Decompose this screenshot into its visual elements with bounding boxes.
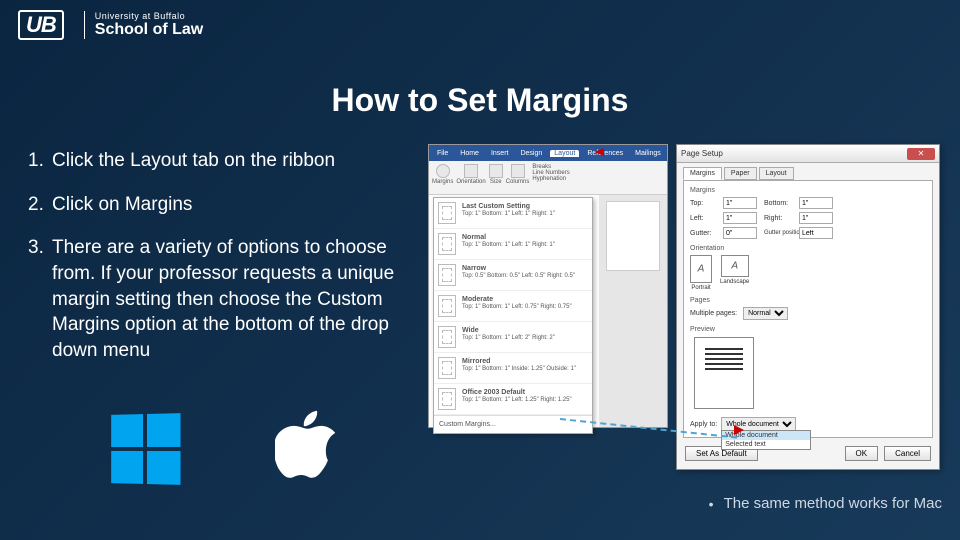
margin-preview-icon	[438, 233, 456, 255]
margin-preview-icon	[438, 202, 456, 224]
dialog-tabs: Margins Paper Layout	[677, 163, 939, 180]
document-area	[599, 195, 667, 427]
step-1: 1.Click the Layout tab on the ribbon	[28, 148, 420, 174]
gutter-pos-label: Gutter position:	[764, 230, 794, 236]
left-input[interactable]	[723, 212, 757, 224]
institution-logo: UB University at Buffalo School of Law	[18, 10, 203, 40]
margins-button[interactable]: Margins	[432, 164, 453, 185]
word-ribbon-screenshot: File Home Insert Design Layout Reference…	[428, 144, 668, 428]
orientation-button[interactable]: Orientation	[456, 164, 485, 185]
apply-to-select[interactable]: Whole document	[721, 417, 796, 431]
orientation-portrait[interactable]: Portrait	[690, 255, 712, 291]
tab-references[interactable]: References	[583, 150, 627, 157]
margin-option-office2003[interactable]: Office 2003 DefaultTop: 1" Bottom: 1" Le…	[434, 384, 592, 415]
tab-layout[interactable]: Layout	[550, 150, 579, 157]
page-setup-dialog: Page Setup ✕ Margins Paper Layout Margin…	[676, 144, 940, 470]
tab-design[interactable]: Design	[516, 150, 546, 157]
step-3: 3.There are a variety of options to choo…	[28, 235, 420, 363]
multiple-pages-select[interactable]: Normal	[743, 307, 788, 320]
logo-text: University at Buffalo School of Law	[95, 11, 203, 39]
logo-mark: UB	[18, 10, 64, 40]
logo-divider	[84, 11, 85, 39]
close-button[interactable]: ✕	[907, 148, 935, 160]
margin-option-mirrored[interactable]: MirroredTop: 1" Bottom: 1" Inside: 1.25"…	[434, 353, 592, 384]
margins-dropdown: Last Custom SettingTop: 1" Bottom: 1" Le…	[433, 197, 593, 434]
columns-icon	[511, 164, 525, 178]
dialog-titlebar: Page Setup ✕	[677, 145, 939, 163]
logo-big: School of Law	[95, 21, 203, 39]
cancel-button[interactable]: Cancel	[884, 446, 931, 461]
size-button[interactable]: Size	[489, 164, 503, 185]
dialog-tab-margins[interactable]: Margins	[683, 167, 722, 180]
orientation-icon	[464, 164, 478, 178]
callout-arrow-head-icon	[734, 425, 744, 435]
margin-option-normal[interactable]: NormalTop: 1" Bottom: 1" Left: 1" Right:…	[434, 229, 592, 260]
tab-insert[interactable]: Insert	[487, 150, 513, 157]
tab-mailings[interactable]: Mailings	[631, 150, 665, 157]
gutter-label: Gutter:	[690, 230, 718, 237]
margin-preview-icon	[438, 326, 456, 348]
orientation-fieldset: Orientation Portrait Landscape	[690, 245, 926, 291]
bottom-input[interactable]	[799, 197, 833, 209]
margin-preview-icon	[438, 295, 456, 317]
left-label: Left:	[690, 215, 718, 222]
landscape-icon	[721, 255, 749, 277]
top-input[interactable]	[723, 197, 757, 209]
custom-margins-option[interactable]: Custom Margins...	[434, 415, 592, 433]
preview-fieldset: Preview	[690, 326, 926, 409]
dialog-tab-layout[interactable]: Layout	[759, 167, 794, 180]
slide-title: How to Set Margins	[0, 82, 960, 119]
preview-label: Preview	[690, 326, 926, 333]
columns-button[interactable]: Columns	[506, 164, 530, 185]
margin-option-narrow[interactable]: NarrowTop: 0.5" Bottom: 0.5" Left: 0.5" …	[434, 260, 592, 291]
apply-to-label: Apply to:	[690, 421, 717, 428]
tab-file[interactable]: File	[433, 150, 452, 157]
instruction-list: 1.Click the Layout tab on the ribbon 2.C…	[28, 148, 420, 381]
margins-icon	[436, 164, 450, 178]
apply-row: Apply to: Whole document Whole document …	[690, 417, 926, 431]
ribbon-tabs: File Home Insert Design Layout Reference…	[429, 145, 667, 161]
breaks-button[interactable]: BreaksLine NumbersHyphenation	[532, 164, 569, 182]
os-icons	[110, 410, 335, 487]
margins-fieldset: Margins Top: Bottom: Left: Right: Gutter…	[690, 187, 926, 239]
callout-arrow-icon	[594, 148, 604, 156]
margin-option-last-custom[interactable]: Last Custom SettingTop: 1" Bottom: 1" Le…	[434, 198, 592, 229]
pages-fieldset: Pages Multiple pages: Normal	[690, 297, 926, 320]
page-preview	[606, 201, 660, 271]
logo-small: University at Buffalo	[95, 11, 203, 21]
multiple-pages-label: Multiple pages:	[690, 310, 737, 317]
margin-preview-icon	[438, 388, 456, 410]
margin-option-wide[interactable]: WideTop: 1" Bottom: 1" Left: 2" Right: 2…	[434, 322, 592, 353]
bottom-label: Bottom:	[764, 200, 794, 207]
tab-home[interactable]: Home	[456, 150, 483, 157]
apple-icon	[275, 410, 335, 487]
gutter-input[interactable]	[723, 227, 757, 239]
orientation-landscape[interactable]: Landscape	[720, 255, 749, 291]
margin-preview-icon	[438, 357, 456, 379]
preview-page-icon	[694, 337, 754, 409]
orientation-label: Orientation	[690, 245, 926, 252]
dialog-tab-paper[interactable]: Paper	[724, 167, 757, 180]
top-label: Top:	[690, 200, 718, 207]
dialog-title: Page Setup	[681, 149, 723, 158]
margins-section-label: Margins	[690, 187, 926, 194]
pages-label: Pages	[690, 297, 926, 304]
apply-option-selected[interactable]: Selected text	[722, 440, 810, 449]
step-2: 2.Click on Margins	[28, 192, 420, 218]
bullet-icon: •	[709, 496, 714, 512]
footer-note-text: The same method works for Mac	[724, 495, 942, 512]
margin-option-moderate[interactable]: ModerateTop: 1" Bottom: 1" Left: 0.75" R…	[434, 291, 592, 322]
footer-note: • The same method works for Mac	[709, 495, 942, 512]
margin-preview-icon	[438, 264, 456, 286]
layout-toolbar: Margins Orientation Size Columns BreaksL…	[429, 161, 667, 195]
right-label: Right:	[764, 215, 794, 222]
right-input[interactable]	[799, 212, 833, 224]
windows-icon	[111, 413, 180, 485]
dialog-body: Margins Top: Bottom: Left: Right: Gutter…	[683, 180, 933, 438]
ok-button[interactable]: OK	[845, 446, 879, 461]
gutter-pos-input[interactable]	[799, 227, 833, 239]
size-icon	[489, 164, 503, 178]
portrait-icon	[690, 255, 712, 283]
